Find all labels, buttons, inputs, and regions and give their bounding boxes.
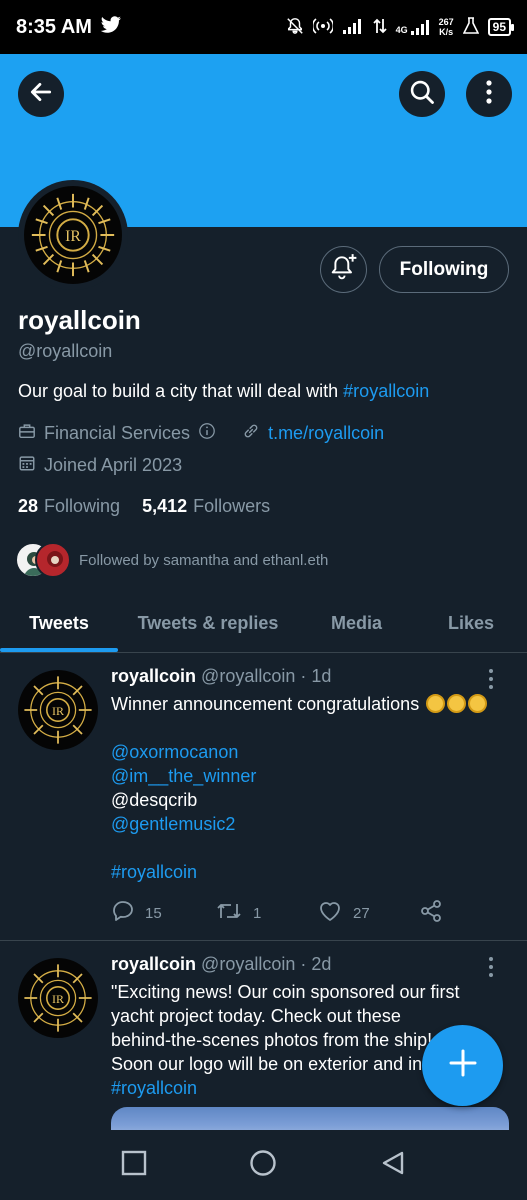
tweet-actions: 15 1 27 bbox=[111, 899, 443, 927]
profile-website-link[interactable]: t.me/royallcoin bbox=[268, 423, 384, 444]
reply-button[interactable]: 15 bbox=[111, 899, 215, 927]
flask-icon bbox=[462, 16, 479, 38]
back-button[interactable] bbox=[18, 71, 64, 117]
followed-by-avatars bbox=[15, 542, 71, 578]
followers-count: 5,412 bbox=[142, 496, 188, 516]
notifications-bell-button[interactable] bbox=[320, 246, 367, 293]
net-speed: 267 K/s bbox=[439, 17, 454, 37]
bell-plus-icon bbox=[330, 253, 358, 286]
followed-by-text: Followed by samantha and ethanl.eth bbox=[79, 551, 329, 569]
tweet-author-meta: @royallcoin · 2d bbox=[201, 954, 332, 974]
hotspot-icon bbox=[311, 17, 334, 38]
followed-by-row[interactable]: Followed by samantha and ethanl.eth bbox=[15, 542, 328, 578]
home-button[interactable] bbox=[249, 1149, 277, 1182]
back-nav-button[interactable] bbox=[380, 1150, 406, 1181]
mention-text: @desqcrib bbox=[111, 790, 198, 810]
share-button[interactable] bbox=[419, 899, 443, 927]
net-speed-value: 267 bbox=[438, 17, 454, 27]
coin-emoji-icon bbox=[426, 694, 446, 713]
following-count-link[interactable]: 28 Following bbox=[18, 496, 120, 517]
profile-meta-joined: Joined April 2023 bbox=[18, 454, 182, 477]
tab-tweets-and-replies[interactable]: Tweets & replies bbox=[118, 595, 298, 652]
link-icon bbox=[242, 422, 260, 445]
tweet-author-name[interactable]: royallcoin bbox=[111, 666, 196, 686]
profile-meta-category-link: Financial Services t.me/royallcoin bbox=[18, 422, 384, 445]
retweet-count: 1 bbox=[253, 904, 262, 922]
recents-button[interactable] bbox=[121, 1150, 147, 1181]
tab-tweets[interactable]: Tweets bbox=[0, 595, 118, 652]
tweet-avatar[interactable]: IR bbox=[18, 670, 98, 750]
followers-count-link[interactable]: 5,412 Followers bbox=[142, 496, 270, 517]
briefcase-icon bbox=[18, 422, 36, 445]
tweet-text: Winner announcement congratulations @oxo… bbox=[111, 692, 509, 884]
tweet-line: "Exciting news! Our coin sponsored our f… bbox=[111, 982, 460, 1002]
calendar-icon bbox=[18, 454, 36, 477]
tweet-author-meta: @royallcoin · 1d bbox=[201, 666, 332, 686]
profile-handle: @royallcoin bbox=[18, 341, 113, 361]
tab-media[interactable]: Media bbox=[298, 595, 415, 652]
royallcoin-logo: IR bbox=[24, 186, 122, 284]
following-button[interactable]: Following bbox=[379, 246, 509, 293]
search-icon bbox=[408, 78, 436, 111]
tweet-item[interactable]: IR royallcoin @royallcoin · 1d Winner an… bbox=[0, 654, 527, 941]
profile-counts: 28 Following 5,412 Followers bbox=[18, 496, 270, 517]
tweet-avatar[interactable]: IR bbox=[18, 958, 98, 1038]
hashtag-link[interactable]: #royallcoin bbox=[111, 860, 509, 884]
avatar bbox=[35, 542, 71, 578]
svg-text:IR: IR bbox=[52, 992, 64, 1006]
tweet-header: royallcoin @royallcoin · 1d bbox=[111, 666, 331, 687]
retweet-button[interactable]: 1 bbox=[215, 900, 317, 926]
tweet-header: royallcoin @royallcoin · 2d bbox=[111, 954, 331, 975]
like-button[interactable]: 27 bbox=[317, 899, 419, 927]
status-bar: 8:35 AM 4G 267 K/s 95 bbox=[0, 0, 527, 54]
bio-hashtag-link[interactable]: #royallcoin bbox=[343, 381, 429, 401]
twitter-bird-icon bbox=[100, 15, 122, 39]
search-button[interactable] bbox=[399, 71, 445, 117]
coin-emoji-icon bbox=[447, 694, 467, 713]
tweet-line: Winner announcement congratulations bbox=[111, 694, 425, 714]
mute-bell-icon bbox=[286, 17, 304, 38]
battery-indicator: 95 bbox=[487, 18, 515, 36]
profile-joined-date: Joined April 2023 bbox=[44, 455, 183, 475]
mention-link[interactable]: @gentlemusic2 bbox=[111, 812, 509, 836]
like-count: 27 bbox=[353, 904, 370, 922]
retweet-icon bbox=[215, 900, 243, 926]
network-type: 4G bbox=[395, 25, 408, 35]
coin-emoji-icon bbox=[468, 694, 488, 713]
following-count: 28 bbox=[18, 496, 39, 516]
tweet-more-button[interactable] bbox=[488, 668, 494, 695]
data-arrows-icon bbox=[372, 17, 387, 38]
arrow-left-icon bbox=[28, 79, 54, 110]
profile-category: Financial Services bbox=[44, 423, 191, 443]
profile-tabs: Tweets Tweets & replies Media Likes bbox=[0, 595, 527, 653]
system-nav-bar bbox=[0, 1130, 527, 1200]
bio-text: Our goal to build a city that will deal … bbox=[18, 381, 344, 401]
following-label: Following bbox=[44, 496, 121, 516]
signal-icon bbox=[342, 18, 364, 37]
signal-4g: 4G bbox=[396, 19, 430, 35]
share-icon bbox=[419, 899, 443, 927]
net-speed-unit: K/s bbox=[439, 27, 454, 37]
tweet-author-name[interactable]: royallcoin bbox=[111, 954, 196, 974]
profile-display-name: royallcoin bbox=[18, 305, 141, 335]
reply-icon bbox=[111, 899, 135, 927]
plus-icon bbox=[447, 1047, 479, 1084]
more-vertical-icon bbox=[485, 79, 493, 110]
profile-avatar[interactable]: IR bbox=[18, 180, 128, 290]
info-icon[interactable] bbox=[198, 422, 216, 445]
profile-bio: Our goal to build a city that will deal … bbox=[18, 381, 429, 402]
mention-link[interactable]: @im__the_winner bbox=[111, 764, 509, 788]
svg-text:IR: IR bbox=[65, 228, 81, 245]
svg-text:IR: IR bbox=[52, 704, 64, 718]
status-time: 8:35 AM bbox=[16, 15, 92, 38]
heart-icon bbox=[317, 899, 343, 927]
compose-tweet-button[interactable] bbox=[422, 1025, 503, 1106]
tweet-more-button[interactable] bbox=[488, 956, 494, 983]
tab-likes[interactable]: Likes bbox=[415, 595, 527, 652]
mention-link[interactable]: @oxormocanon bbox=[111, 740, 509, 764]
tweet-line: yacht project today. Check out these bbox=[111, 1006, 401, 1026]
followers-label: Followers bbox=[193, 496, 271, 516]
more-options-button[interactable] bbox=[466, 71, 512, 117]
reply-count: 15 bbox=[145, 904, 162, 922]
